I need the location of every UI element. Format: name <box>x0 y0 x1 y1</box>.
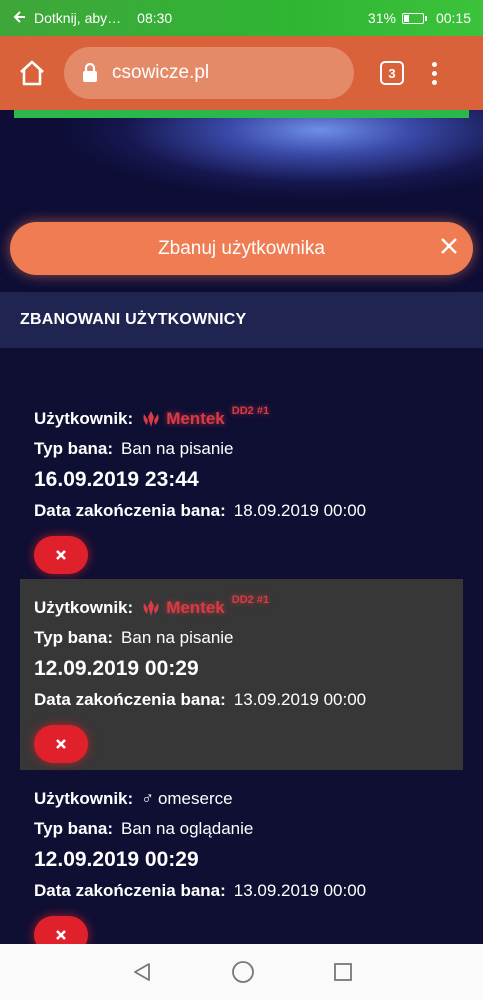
user-tag: DD2 #1 <box>231 594 270 606</box>
ban-end-value: 13.09.2019 00:00 <box>233 690 367 709</box>
user-label: Użytkownik: <box>34 409 134 428</box>
close-icon <box>56 550 66 560</box>
user-label: Użytkownik: <box>34 598 134 617</box>
url-bar[interactable]: csowicze.pl <box>64 47 354 99</box>
user-nick[interactable]: Mentek DD2 #1 <box>141 405 269 429</box>
status-time-left: 08:30 <box>137 10 173 26</box>
ban-end-value: 18.09.2019 00:00 <box>233 501 367 520</box>
banner-green-bar <box>14 110 469 118</box>
ban-end-label: Data zakończenia bana: <box>34 881 226 900</box>
ban-date: 12.09.2019 00:29 <box>34 657 199 680</box>
ban-date: 12.09.2019 00:29 <box>34 848 199 871</box>
close-icon[interactable] <box>437 234 461 258</box>
close-icon <box>56 930 66 940</box>
ban-type-label: Typ bana: <box>34 819 114 838</box>
browser-toolbar: csowicze.pl 3 <box>0 36 483 110</box>
ban-entry: Użytkownik: ♂ omeserce Typ bana: Ban na … <box>20 770 463 961</box>
user-nick[interactable]: Mentek DD2 #1 <box>141 594 269 618</box>
battery-percent: 31% <box>367 10 396 26</box>
ban-end-value: 13.09.2019 00:00 <box>233 881 367 900</box>
system-nav-bar <box>0 944 483 1000</box>
unban-button[interactable] <box>34 536 88 574</box>
ban-entry: Użytkownik: Mentek DD2 #1 Typ bana: Ban … <box>20 390 463 581</box>
rank-emblem-icon <box>143 411 159 427</box>
user-name: Mentek <box>166 409 225 428</box>
back-triangle-icon[interactable] <box>131 961 153 983</box>
notification-text: Dotknij, aby… <box>34 10 122 26</box>
ban-end-label: Data zakończenia bana: <box>34 690 226 709</box>
url-text: csowicze.pl <box>112 62 210 83</box>
tab-switcher-button[interactable]: 3 <box>380 61 404 85</box>
recents-square-icon[interactable] <box>333 962 353 982</box>
user-name: Mentek <box>166 598 225 617</box>
user-name[interactable]: omeserce <box>158 789 233 809</box>
user-tag: DD2 #1 <box>231 405 270 417</box>
home-button[interactable] <box>14 55 50 91</box>
section-title: ZBANOWANI UŻYTKOWNICY <box>0 292 483 348</box>
battery-fill <box>403 14 410 22</box>
ban-type-value: Ban na oglądanie <box>121 819 254 838</box>
rank-emblem-icon <box>143 600 159 616</box>
ban-end-label: Data zakończenia bana: <box>34 501 226 520</box>
ban-user-button[interactable]: Zbanuj użytkownika <box>10 222 473 275</box>
unban-button[interactable] <box>34 725 88 763</box>
lock-icon <box>83 63 97 82</box>
ban-type-value: Ban na pisanie <box>121 628 234 647</box>
status-bar: Dotknij, aby… 08:30 31% 00:15 <box>0 0 483 36</box>
home-icon <box>20 60 44 86</box>
status-time-right: 00:15 <box>435 10 471 26</box>
ban-type-label: Typ bana: <box>34 628 114 647</box>
back-arrow-icon <box>12 10 26 27</box>
ban-type-value: Ban na pisanie <box>121 439 234 458</box>
more-vert-icon[interactable] <box>432 61 437 85</box>
user-label: Użytkownik: <box>34 789 134 808</box>
close-icon <box>56 739 66 749</box>
battery-icon <box>401 12 427 24</box>
ban-type-label: Typ bana: <box>34 439 114 458</box>
home-circle-icon[interactable] <box>231 960 255 984</box>
ban-entry: Użytkownik: Mentek DD2 #1 Typ bana: Ban … <box>20 579 463 770</box>
male-gender-icon: ♂ <box>141 789 154 808</box>
ban-date: 16.09.2019 23:44 <box>34 468 199 491</box>
ban-user-label: Zbanuj użytkownika <box>158 237 325 259</box>
